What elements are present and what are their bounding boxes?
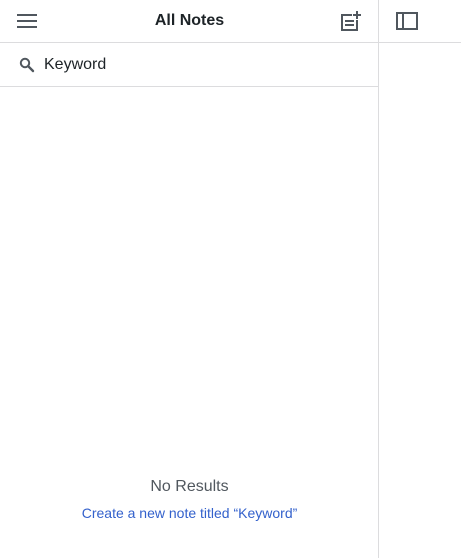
create-note-link[interactable]: Create a new note titled “Keyword” (82, 504, 298, 522)
search-icon (17, 55, 37, 75)
search-bar (0, 43, 379, 87)
note-list-panel: All Notes No (0, 0, 379, 558)
note-list-header: All Notes (0, 0, 379, 43)
empty-state: No Results Create a new note titled “Key… (0, 470, 379, 523)
new-note-button[interactable] (336, 8, 364, 34)
editor-header (379, 0, 461, 43)
editor-pane (379, 0, 461, 558)
no-results-message: No Results (150, 478, 229, 495)
app-window: All Notes No (0, 0, 461, 558)
search-input[interactable] (44, 52, 364, 78)
new-note-icon (341, 11, 361, 31)
page-title: All Notes (154, 12, 225, 29)
sidebar-toggle-icon (396, 12, 418, 30)
sidebar-toggle-button[interactable] (394, 9, 420, 33)
